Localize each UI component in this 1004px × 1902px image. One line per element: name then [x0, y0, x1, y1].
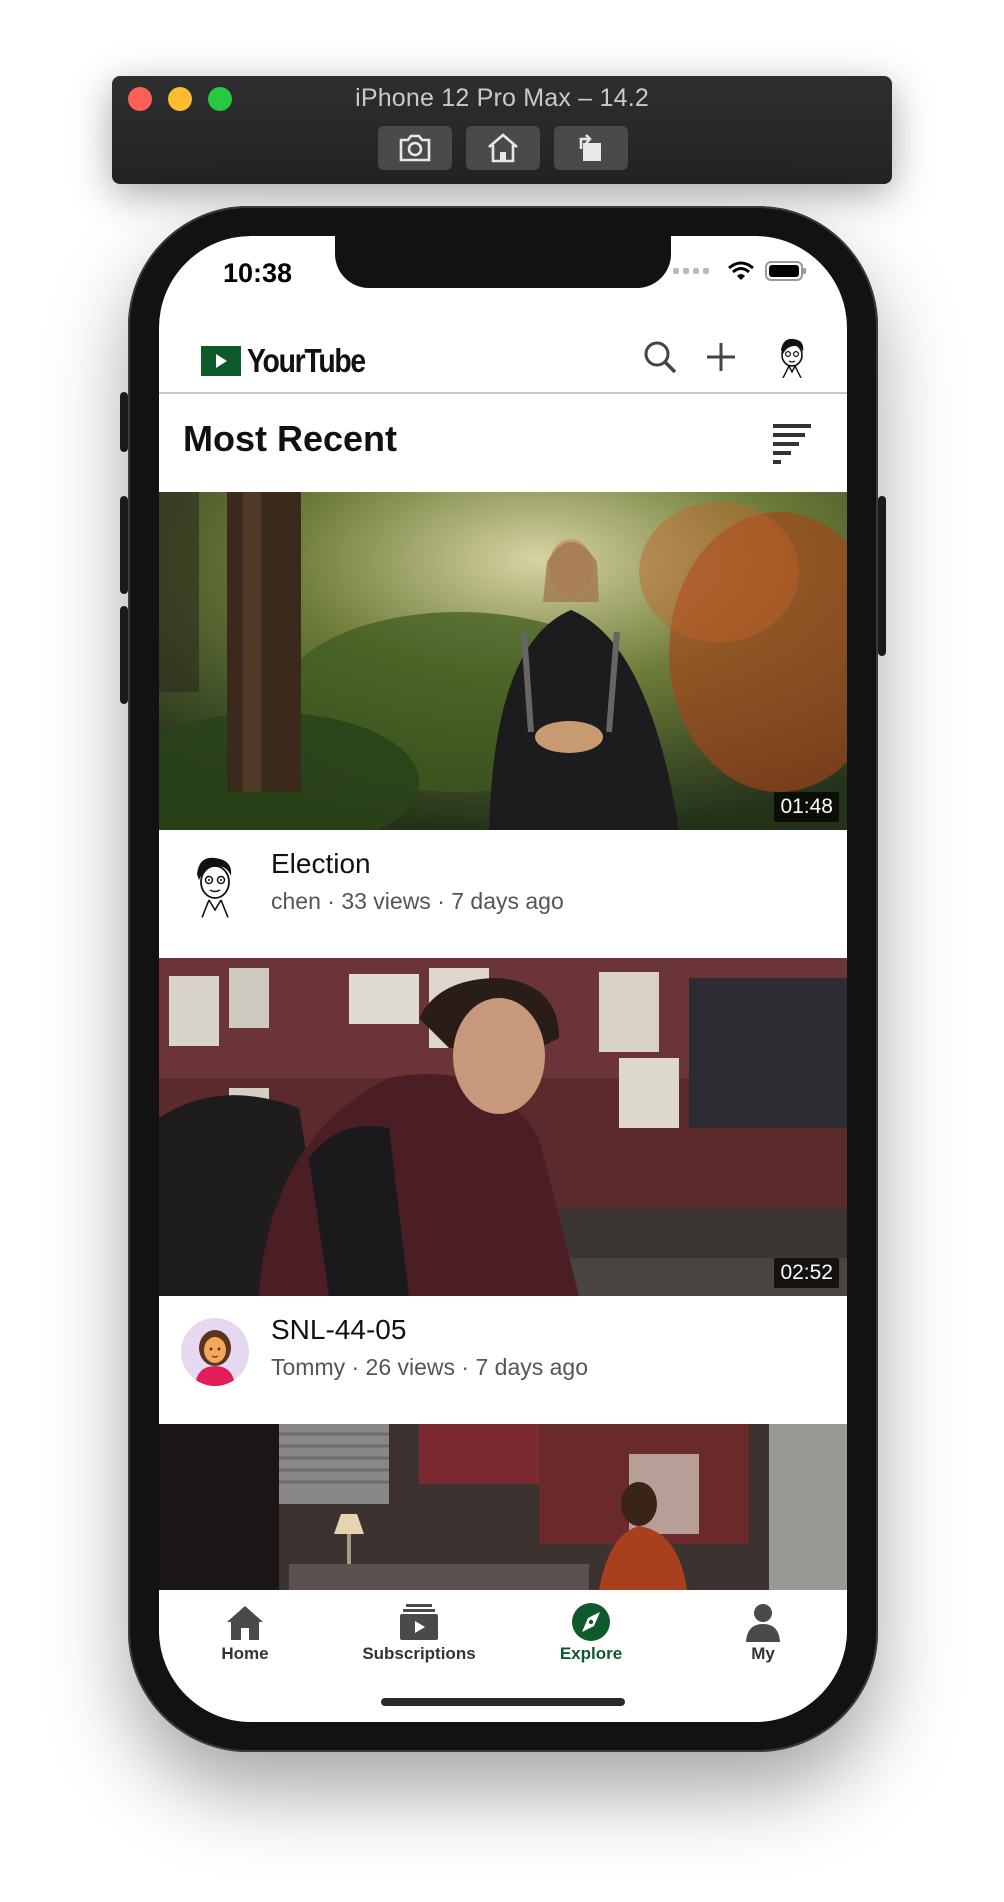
- video-title[interactable]: Election: [271, 848, 371, 880]
- sort-filter-icon[interactable]: [771, 420, 813, 466]
- tab-label: Home: [221, 1644, 269, 1663]
- video-thumbnail[interactable]: [159, 1424, 847, 1590]
- sketch-face-avatar: [181, 852, 249, 920]
- video-title[interactable]: SNL-44-05: [271, 1314, 406, 1346]
- tab-my[interactable]: My: [683, 1602, 843, 1664]
- person-icon: [746, 1604, 780, 1642]
- tab-label: My: [751, 1644, 775, 1663]
- profile-avatar[interactable]: [771, 336, 813, 378]
- app-name: YourTube: [247, 342, 366, 379]
- screenshot-button[interactable]: [378, 126, 452, 170]
- status-indicators: [673, 260, 807, 282]
- video-duration: 02:52: [774, 1258, 839, 1288]
- section-header: Most Recent: [159, 396, 847, 492]
- status-time: 10:38: [223, 258, 293, 288]
- phone-screen: 10:38 YourTube Most Recent 01:48 Electio…: [159, 236, 847, 1722]
- app-logo[interactable]: YourTube: [201, 342, 384, 380]
- video-metadata: Tommy · 26 views · 7 days ago: [271, 1354, 589, 1380]
- video-duration: 01:48: [774, 792, 839, 822]
- home-hardware-button[interactable]: [466, 126, 540, 170]
- forest-scene-thumbnail: [159, 492, 847, 830]
- simulator-title: iPhone 12 Pro Max – 14.2: [355, 84, 649, 112]
- video-metadata: chen · 33 views · 7 days ago: [271, 888, 564, 914]
- play-logo-icon: [201, 346, 241, 376]
- power-button: [878, 496, 886, 656]
- video-thumbnail[interactable]: 02:52: [159, 958, 847, 1296]
- home-icon: [227, 1606, 263, 1640]
- wifi-icon: [728, 261, 754, 280]
- mute-switch: [120, 392, 128, 452]
- cellular-signal-icon: [673, 268, 709, 274]
- section-title: Most Recent: [183, 418, 398, 459]
- plus-icon[interactable]: [700, 336, 742, 378]
- office-scene-thumbnail: [159, 1424, 847, 1590]
- subscriptions-icon: [400, 1604, 438, 1640]
- tab-subscriptions[interactable]: Subscriptions: [339, 1602, 499, 1664]
- rotate-icon: [579, 134, 601, 161]
- tab-label: Subscriptions: [362, 1644, 476, 1663]
- volume-up-button: [120, 496, 128, 594]
- channel-avatar[interactable]: [181, 1318, 249, 1386]
- classroom-scene-thumbnail: [159, 958, 847, 1296]
- house-icon: [488, 133, 518, 163]
- channel-avatar[interactable]: [181, 852, 249, 920]
- woman-emoji-avatar: [195, 1330, 235, 1386]
- simulator-toolbar: iPhone 12 Pro Max – 14.2: [112, 76, 892, 184]
- rotate-button[interactable]: [554, 126, 628, 170]
- video-thumbnail[interactable]: 01:48: [159, 492, 847, 830]
- tab-label: Explore: [559, 1644, 623, 1663]
- notch: [335, 236, 671, 288]
- video-card[interactable]: SNL-44-05 Tommy · 26 views · 7 days ago: [159, 1296, 847, 1424]
- tab-explore[interactable]: Explore: [511, 1602, 671, 1664]
- battery-icon: [765, 261, 806, 281]
- compass-icon: [572, 1603, 610, 1641]
- search-icon[interactable]: [639, 336, 681, 378]
- camera-icon: [399, 134, 431, 162]
- volume-down-button: [120, 606, 128, 704]
- tab-home[interactable]: Home: [165, 1602, 325, 1664]
- home-indicator[interactable]: [381, 1698, 625, 1706]
- app-header: YourTube: [159, 314, 847, 394]
- video-card[interactable]: Election chen · 33 views · 7 days ago: [159, 830, 847, 958]
